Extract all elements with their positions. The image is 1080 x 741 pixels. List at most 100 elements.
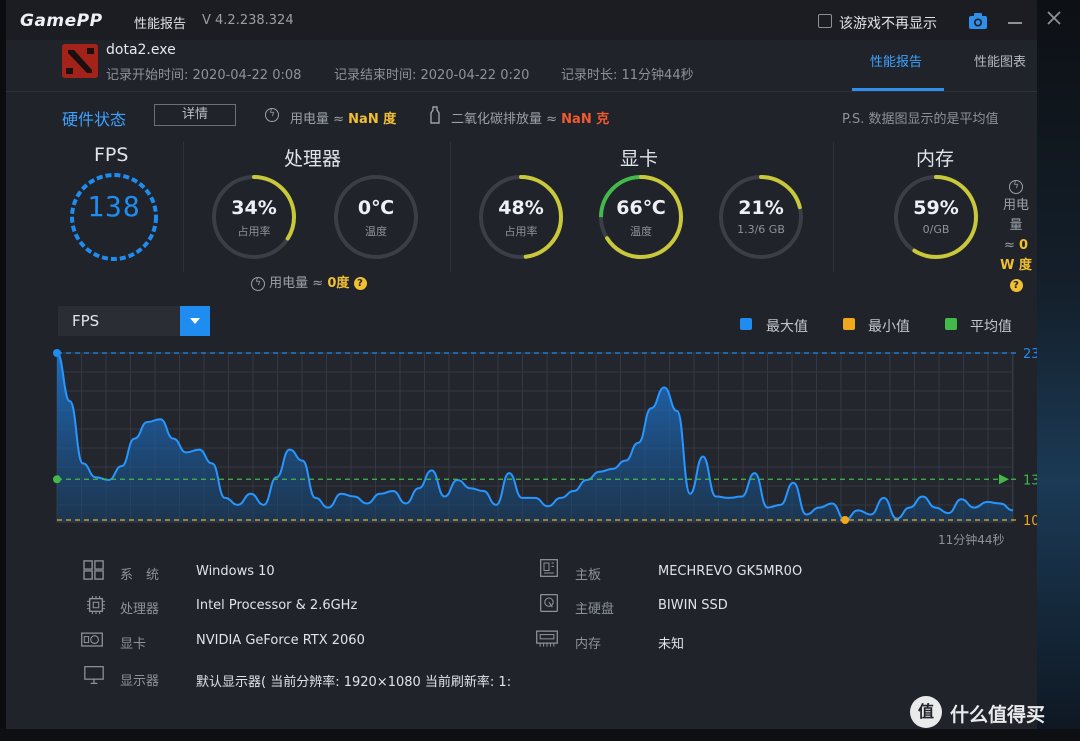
minimize-icon[interactable] <box>1008 22 1022 24</box>
gpu-vram-label: 1.3/6 GB <box>737 223 785 236</box>
power-icon: ϟ <box>265 108 279 122</box>
header-divider <box>6 91 1037 92</box>
gpu-usage-value: 48% <box>498 197 544 219</box>
memory-power-unit: W 度 <box>1000 258 1032 273</box>
co2-value: NaN 克 <box>561 112 610 127</box>
screenshot-camera-icon[interactable] <box>968 12 988 30</box>
avg-reference-label: 138.51 <box>1023 473 1037 488</box>
cpu-usage-value: 34% <box>231 197 277 219</box>
power-icon: ϟ <box>1009 180 1023 194</box>
help-icon[interactable]: ? <box>1009 279 1023 292</box>
power-icon: ϟ <box>251 276 265 291</box>
watermark-text: 什么值得买 <box>950 704 1046 726</box>
close-icon[interactable] <box>1046 10 1062 26</box>
gpu-temp-label: 温度 <box>630 225 652 238</box>
memory-title: 内存 <box>916 148 955 170</box>
max-marker <box>53 349 61 357</box>
legend-avg-label: 平均值 <box>970 319 1012 335</box>
app-name: dota2.exe <box>106 42 176 58</box>
gpu-vram-value: 21% <box>738 197 784 219</box>
gpu-title: 显卡 <box>620 148 659 170</box>
fps-area-chart: 230 138.51 109 <box>53 347 1037 529</box>
legend-max-label: 最大值 <box>766 319 808 335</box>
memory-power-value: 0 <box>1019 238 1029 253</box>
cpu-chip-icon <box>86 595 106 615</box>
section-divider <box>450 142 451 272</box>
cpu-power-label: 用电量 ≈ <box>269 276 324 291</box>
graphics-card-icon <box>81 632 103 647</box>
section-divider <box>183 142 184 272</box>
tab-performance-report[interactable]: 性能报告 <box>870 51 922 70</box>
disk-label: 主硬盘 <box>575 602 615 617</box>
dont-show-label[interactable]: 该游戏不再显示 <box>839 13 937 33</box>
memory-power-approx: ≈ 0 <box>998 236 1034 256</box>
chart-duration-label: 11分钟44秒 <box>938 533 1005 547</box>
avg-marker <box>53 475 61 484</box>
cpu-power-value: 0度 <box>327 276 350 291</box>
memory-power-label: 用电量 <box>1002 198 1029 233</box>
motherboard-label: 主板 <box>575 568 602 583</box>
co2-label: 二氧化碳排放量 ≈ <box>451 112 558 127</box>
gpu-info-label: 显卡 <box>120 637 147 652</box>
record-duration: 记录时长: 11分钟44秒 <box>561 68 694 83</box>
cpu-info-value: Intel Processor & 2.6GHz <box>196 598 358 613</box>
record-end-time: 记录结束时间: 2020-04-22 0:20 <box>334 68 530 83</box>
display-info-label: 显示器 <box>120 674 160 689</box>
memory-power-approx-sign: ≈ <box>1003 238 1015 253</box>
gpu-temp-value: 66℃ <box>616 197 666 219</box>
power-usage-value: NaN 度 <box>348 112 397 127</box>
motherboard-value: MECHREVO GK5MR0O <box>658 564 803 579</box>
details-button[interactable]: 详情 <box>154 104 236 126</box>
hardware-status-title: 硬件状态 <box>62 110 127 129</box>
fps-title: FPS <box>94 144 129 166</box>
section-divider <box>833 142 834 272</box>
watermark-logo: 值 <box>910 696 942 728</box>
cpu-temp-label: 温度 <box>365 225 387 238</box>
version-label: V 4.2.238.324 <box>202 13 294 28</box>
help-icon[interactable]: ? <box>353 277 367 290</box>
metric-select[interactable]: FPS <box>58 306 210 336</box>
gpu-info-value: NVIDIA GeForce RTX 2060 <box>196 633 365 648</box>
monitor-icon <box>84 666 104 684</box>
performance-report-window: GamePP 性能报告 V 4.2.238.324 该游戏不再显示 dota2.… <box>6 0 1061 729</box>
memory-power-summary: ϟ 用电量 ≈ 0 W 度 ? <box>998 180 1034 296</box>
min-reference-label: 109 <box>1023 514 1037 529</box>
memory-info-label: 内存 <box>575 637 602 652</box>
max-reference-label: 230 <box>1023 347 1037 362</box>
bottom-backdrop <box>0 729 1080 741</box>
dont-show-checkbox[interactable] <box>818 14 832 28</box>
windows-icon <box>83 560 104 580</box>
power-usage-summary: 用电量 ≈ NaN 度 <box>290 108 396 127</box>
min-marker <box>841 516 850 524</box>
right-backdrop <box>1034 0 1080 741</box>
cpu-title: 处理器 <box>284 148 342 170</box>
hard-disk-icon <box>540 594 558 612</box>
co2-summary: 二氧化碳排放量 ≈ NaN 克 <box>451 108 609 127</box>
power-usage-label: 用电量 ≈ <box>290 112 345 127</box>
co2-bottle-icon <box>430 106 440 124</box>
cpu-power-summary: ϟ 用电量 ≈ 0度 ? <box>251 272 367 291</box>
record-start-time: 记录开始时间: 2020-04-22 0:08 <box>106 68 302 83</box>
display-info-value: 默认显示器( 当前分辨率: 1920×1080 当前刷新率: 1: <box>196 675 512 690</box>
memory-stick-icon <box>536 630 558 647</box>
legend-min-label: 最小值 <box>868 319 910 335</box>
cpu-usage-label: 占用率 <box>237 225 271 238</box>
title-bar: GamePP 性能报告 V 4.2.238.324 该游戏不再显示 <box>6 0 1061 40</box>
dota2-app-icon <box>62 44 98 78</box>
legend-min-swatch <box>843 318 855 330</box>
memory-info-value: 未知 <box>658 637 685 652</box>
gamepp-logo: GamePP <box>20 11 103 31</box>
tab-performance-chart[interactable]: 性能图表 <box>974 51 1026 70</box>
disk-value: BIWIN SSD <box>658 598 728 613</box>
os-label: 系 统 <box>120 568 160 583</box>
legend-max-swatch <box>740 318 752 330</box>
memory-usage-value: 59% <box>913 197 959 219</box>
cpu-info-label: 处理器 <box>120 602 160 617</box>
motherboard-icon <box>540 559 558 577</box>
chevron-down-icon[interactable] <box>180 306 210 336</box>
cpu-temp-value: 0℃ <box>357 197 395 219</box>
memory-usage-label: 0/GB <box>922 223 950 236</box>
metric-select-value: FPS <box>72 312 100 330</box>
window-title: 性能报告 <box>134 17 187 32</box>
gpu-usage-label: 占用率 <box>504 225 538 238</box>
